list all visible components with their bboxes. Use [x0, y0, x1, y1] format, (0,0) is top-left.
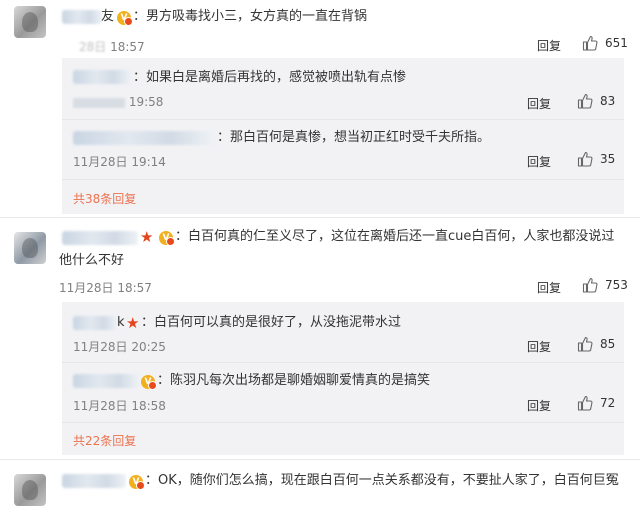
star-icon: ★	[126, 314, 140, 332]
reply-button[interactable]: 回复	[527, 95, 551, 112]
like-button[interactable]: 85	[577, 336, 615, 352]
divider	[62, 179, 624, 180]
comment-text: ：男方吸毒找小三，女方真的一直在背锅	[133, 9, 368, 24]
thumbs-up-icon	[582, 277, 598, 293]
star-icon: ★	[140, 228, 154, 246]
divider	[0, 459, 640, 460]
divider	[62, 422, 624, 423]
thumbs-up-icon	[577, 336, 593, 352]
reply-text: ：白百何可以真的是很好了，从没拖泥带水过	[141, 315, 402, 330]
like-count: 35	[600, 152, 616, 166]
reply-button[interactable]: 回复	[537, 37, 561, 54]
vip-badge-icon: V	[117, 11, 133, 26]
comment-time: 11月28日 18:57	[59, 281, 152, 295]
username[interactable]	[62, 231, 138, 245]
reply-username-suffix[interactable]: k	[117, 313, 125, 333]
reply-text: ：陈羽凡每次出场都是聊婚姻聊爱情真的是搞笑	[157, 373, 431, 388]
reply-username[interactable]	[73, 131, 213, 145]
divider	[0, 217, 640, 218]
like-button[interactable]: 35	[577, 151, 615, 167]
like-button[interactable]: 72	[577, 395, 615, 411]
divider	[62, 362, 624, 363]
thumbs-up-icon	[577, 395, 593, 411]
thumbs-up-icon	[577, 151, 593, 167]
reply-text: ：如果白是离婚后再找的，感觉被喷出轨有点惨	[133, 70, 407, 85]
reply-username[interactable]	[73, 374, 139, 388]
comment-time: 28日 18:57	[79, 40, 145, 54]
username[interactable]	[62, 474, 126, 488]
thumbs-up-icon	[582, 35, 598, 51]
reply-username[interactable]	[73, 316, 117, 330]
like-count: 85	[600, 337, 616, 351]
avatar[interactable]	[14, 232, 46, 264]
like-button[interactable]: 651	[582, 35, 628, 51]
like-count: 83	[600, 94, 616, 108]
like-button[interactable]: 753	[582, 277, 628, 293]
vip-badge-icon: V	[141, 375, 157, 390]
comment-text: ：白百何真的仁至义尽了，这位在离婚后还一直cue白百何，人家也都没说过	[175, 229, 615, 244]
reply-time: 19:58	[73, 95, 163, 109]
like-count: 72	[600, 396, 616, 410]
reply-button[interactable]: 回复	[527, 153, 551, 170]
avatar[interactable]	[14, 6, 46, 38]
comment-text: ：OK，随你们怎么搞，现在跟白百何一点关系都没有，不要扯人家了，白百何巨冤	[145, 473, 619, 488]
thumbs-up-icon	[577, 93, 593, 109]
comment-text-continued: 他什么不好	[59, 253, 125, 268]
reply-text: ：那白百何是真惨，想当初正红时受千夫所指。	[217, 130, 491, 145]
view-more-replies-link[interactable]: 共22条回复	[73, 432, 136, 449]
like-count: 753	[605, 278, 628, 292]
reply-button[interactable]: 回复	[537, 279, 561, 296]
like-count: 651	[605, 36, 628, 50]
reply-time: 11月28日 18:58	[73, 399, 166, 413]
like-button[interactable]: 83	[577, 93, 615, 109]
divider	[62, 119, 624, 120]
view-more-replies-link[interactable]: 共38条回复	[73, 190, 136, 207]
reply-button[interactable]: 回复	[527, 338, 551, 355]
vip-badge-icon: V	[129, 475, 145, 490]
reply-button[interactable]: 回复	[527, 397, 551, 414]
reply-time: 11月28日 20:25	[73, 340, 166, 354]
vip-badge-icon: V	[159, 231, 175, 246]
reply-time: 11月28日 19:14	[73, 155, 166, 169]
username-suffix[interactable]: 友	[101, 7, 114, 27]
username[interactable]	[62, 10, 102, 24]
avatar[interactable]	[14, 474, 46, 506]
reply-username[interactable]	[73, 70, 131, 84]
